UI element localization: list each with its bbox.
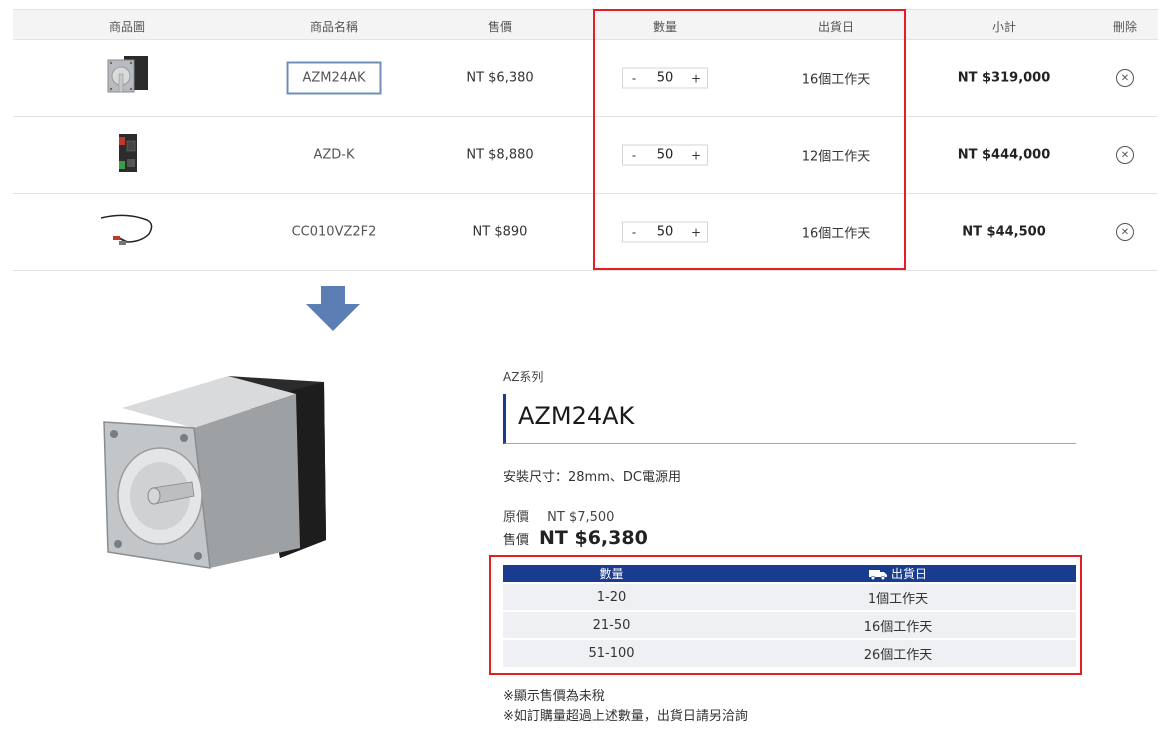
cart-row: AZM24AK NT $6,380 - 50 + 16個工作天 NT $319,… [13, 40, 1158, 117]
header-delete: 刪除 [1112, 20, 1138, 34]
driver-unit-image [119, 134, 137, 172]
delete-button[interactable]: ✕ [1116, 69, 1134, 87]
cart-row: AZD-K NT $8,880 - 50 + 12個工作天 NT $444,00… [13, 117, 1158, 194]
subtotal: NT $444,000 [957, 147, 1051, 163]
product-name-highlight[interactable]: AZM24AK [286, 61, 382, 95]
price: NT $8,880 [466, 147, 534, 163]
product-name-link[interactable]: AZD-K [313, 148, 354, 163]
header-name: 商品名稱 [309, 20, 359, 34]
delete-button[interactable]: ✕ [1116, 223, 1134, 241]
cart-table: 商品圖 商品名稱 售價 數量 出貨日 小計 刪除 AZM24AK NT $6,3… [13, 9, 1158, 271]
header-subtotal: 小計 [991, 20, 1017, 34]
product-title: AZM24AK [518, 402, 635, 430]
product-title-block: AZM24AK [503, 394, 1076, 444]
close-icon[interactable]: ✕ [1116, 223, 1134, 241]
price: NT $6,380 [466, 70, 534, 86]
original-price-label: 原價 [503, 510, 530, 525]
original-price: NT $7,500 [547, 510, 615, 525]
price: NT $890 [472, 224, 528, 240]
stepper-motor-image [107, 56, 148, 93]
product-name-link[interactable]: CC010VZ2F2 [292, 225, 377, 240]
product-name-link[interactable]: AZM24AK [286, 61, 382, 95]
cable-image [100, 214, 153, 245]
close-icon[interactable]: ✕ [1116, 69, 1134, 87]
cart-header: 商品圖 商品名稱 售價 數量 出貨日 小計 刪除 [13, 9, 1158, 40]
header-price: 售價 [487, 20, 513, 34]
highlight-box-quantity-ship [593, 9, 906, 270]
cart-row: CC010VZ2F2 NT $890 - 50 + 16個工作天 NT $44,… [13, 194, 1158, 271]
highlight-box-lead-table [489, 555, 1082, 675]
original-price-row: 原價 NT $7,500 [503, 506, 614, 525]
product-thumbnail[interactable] [97, 210, 157, 254]
product-thumbnail[interactable] [112, 131, 142, 179]
close-icon[interactable]: ✕ [1116, 146, 1134, 164]
product-spec: 安裝尺寸：28mm、DC電源用 [503, 470, 681, 485]
subtotal: NT $319,000 [957, 70, 1051, 86]
sale-price-label: 售價 [503, 533, 530, 548]
product-thumbnail[interactable] [102, 54, 152, 102]
delete-button[interactable]: ✕ [1116, 146, 1134, 164]
note-quantity: ※如訂購量超過上述數量，出貨日請另洽詢 [503, 709, 748, 724]
product-photo [103, 376, 326, 569]
product-series: AZ系列 [503, 370, 544, 384]
sale-price: NT $6,380 [539, 527, 648, 549]
down-arrow-icon [306, 286, 360, 331]
subtotal: NT $44,500 [962, 224, 1046, 240]
sale-price-row: 售價 NT $6,380 [503, 527, 648, 549]
header-image: 商品圖 [108, 20, 146, 34]
note-tax: ※顯示售價為未稅 [503, 689, 605, 704]
